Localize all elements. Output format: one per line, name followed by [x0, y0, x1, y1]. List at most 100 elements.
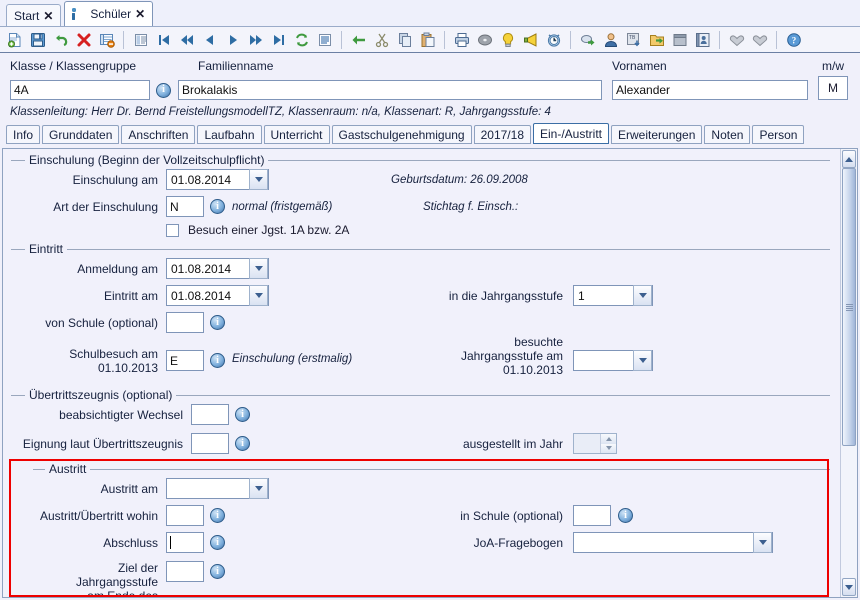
print-icon[interactable]	[451, 29, 472, 50]
spinner-down-icon[interactable]	[601, 443, 616, 453]
report-icon[interactable]	[314, 29, 335, 50]
alarm-clock-icon[interactable]	[543, 29, 564, 50]
megaphone-icon[interactable]	[520, 29, 541, 50]
first-record-icon[interactable]	[153, 29, 174, 50]
new-document-icon[interactable]	[4, 29, 25, 50]
copy-icon[interactable]	[394, 29, 415, 50]
fast-forward-icon[interactable]	[245, 29, 266, 50]
main-toolbar: TB ?	[0, 27, 860, 53]
refresh-icon[interactable]	[291, 29, 312, 50]
tab-person[interactable]: Person	[752, 125, 805, 144]
window-tab-schueler[interactable]: Schüler ✕	[64, 1, 154, 26]
fast-rewind-icon[interactable]	[176, 29, 197, 50]
chevron-down-icon[interactable]	[633, 350, 652, 371]
field-ziel-jahrgangsstufe: Ziel der Jahrgangsstufe am Ende des Schu…	[33, 561, 830, 597]
paste-icon[interactable]	[417, 29, 438, 50]
help-icon[interactable]: ?	[783, 29, 804, 50]
abschluss-input[interactable]	[166, 532, 204, 553]
tab-label: Anschriften	[128, 127, 189, 142]
eintritt-am-combo[interactable]: 01.08.2014	[166, 285, 269, 306]
info-icon[interactable]: i	[156, 82, 171, 98]
window-tab-start[interactable]: Start ✕	[6, 4, 62, 26]
tab-laufbahn[interactable]: Laufbahn	[197, 125, 262, 144]
export-icon[interactable]	[577, 29, 598, 50]
last-record-icon[interactable]	[268, 29, 289, 50]
tab-gastschulgenehmigung[interactable]: Gastschulgenehmigung	[331, 125, 472, 144]
chevron-down-icon[interactable]	[753, 532, 772, 553]
info-icon[interactable]: i	[210, 353, 225, 368]
schulbesuch-input[interactable]: E	[166, 350, 204, 371]
tab-erweiterungen[interactable]: Erweiterungen	[611, 125, 703, 144]
austritt-am-combo[interactable]	[166, 478, 269, 499]
info-icon[interactable]: i	[210, 535, 225, 550]
jahrgangsstufe-combo[interactable]: 1	[573, 285, 653, 306]
von-schule-input[interactable]	[166, 312, 204, 333]
spinner-buttons[interactable]	[600, 434, 616, 453]
toolbar-separator	[123, 30, 124, 49]
austritt-wohin-input[interactable]	[166, 505, 204, 526]
art-einschulung-input[interactable]: N	[166, 196, 204, 217]
info-icon[interactable]: i	[210, 508, 225, 523]
tab-schuljahr[interactable]: 2017/18	[473, 125, 531, 144]
chevron-down-icon[interactable]	[249, 478, 268, 499]
scroll-up-button[interactable]	[842, 150, 856, 168]
tab-info[interactable]: Info	[6, 125, 41, 144]
chevron-down-icon[interactable]	[249, 285, 268, 306]
tab-label: 2017/18	[480, 127, 524, 142]
close-icon[interactable]: ✕	[43, 10, 53, 22]
ausgestellt-jahr-spinner[interactable]	[573, 433, 617, 454]
scroll-down-button[interactable]	[842, 578, 856, 596]
previous-record-icon[interactable]	[199, 29, 220, 50]
eignung-input[interactable]	[191, 433, 229, 454]
info-icon[interactable]: i	[210, 564, 225, 579]
besuch-jgst-checkbox[interactable]	[166, 223, 179, 237]
info-icon[interactable]: i	[235, 436, 250, 451]
einschulung-am-combo[interactable]: 01.08.2014	[166, 169, 269, 190]
tab-grunddaten[interactable]: Grunddaten	[42, 125, 120, 144]
info-icon[interactable]: i	[618, 508, 633, 523]
ziel-jahrgangsstufe-input[interactable]	[166, 561, 204, 582]
cancel-edit-icon[interactable]	[96, 29, 117, 50]
field-art-der-einschulung: Art der Einschulung N i normal (fristgem…	[11, 196, 830, 217]
save-icon[interactable]	[27, 29, 48, 50]
vertical-scrollbar[interactable]	[840, 149, 857, 597]
window-icon[interactable]	[669, 29, 690, 50]
favorite-icon[interactable]	[726, 29, 747, 50]
lightbulb-icon[interactable]	[497, 29, 518, 50]
next-record-icon[interactable]	[222, 29, 243, 50]
undo-icon[interactable]	[50, 29, 71, 50]
folder-export-icon[interactable]	[646, 29, 667, 50]
tb-download-icon[interactable]: TB	[623, 29, 644, 50]
anmeldung-am-combo[interactable]: 01.08.2014	[166, 258, 269, 279]
field-von-schule: von Schule (optional) i	[11, 312, 830, 333]
favorite-add-icon[interactable]	[749, 29, 770, 50]
chevron-down-icon[interactable]	[249, 169, 268, 190]
info-icon[interactable]: i	[210, 315, 225, 330]
chevron-down-icon[interactable]	[633, 285, 652, 306]
chevron-down-icon[interactable]	[249, 258, 268, 279]
in-schule-input[interactable]	[573, 505, 611, 526]
tab-ein-austritt[interactable]: Ein-/Austritt	[533, 123, 610, 144]
cd-icon[interactable]	[474, 29, 495, 50]
address-book-icon[interactable]	[692, 29, 713, 50]
scrollbar-thumb[interactable]	[842, 168, 856, 446]
familienname-input[interactable]	[178, 80, 602, 100]
beabsichtigter-wechsel-input[interactable]	[191, 404, 229, 425]
user-icon[interactable]	[600, 29, 621, 50]
klasse-input[interactable]	[10, 80, 150, 100]
info-icon[interactable]: i	[210, 199, 225, 214]
joa-fragebogen-combo[interactable]	[573, 532, 773, 553]
gender-field[interactable]: M	[818, 76, 848, 100]
close-icon[interactable]: ✕	[135, 8, 145, 20]
tab-noten[interactable]: Noten	[704, 125, 751, 144]
tab-unterricht[interactable]: Unterricht	[263, 125, 330, 144]
cut-icon[interactable]	[371, 29, 392, 50]
vornamen-input[interactable]	[612, 80, 808, 100]
back-arrow-icon[interactable]	[348, 29, 369, 50]
delete-icon[interactable]	[73, 29, 94, 50]
list-view-icon[interactable]	[130, 29, 151, 50]
spinner-up-icon[interactable]	[601, 434, 616, 444]
info-icon[interactable]: i	[235, 407, 250, 422]
tab-anschriften[interactable]: Anschriften	[121, 125, 196, 144]
besuchte-jahrgangsstufe-combo[interactable]	[573, 350, 653, 371]
